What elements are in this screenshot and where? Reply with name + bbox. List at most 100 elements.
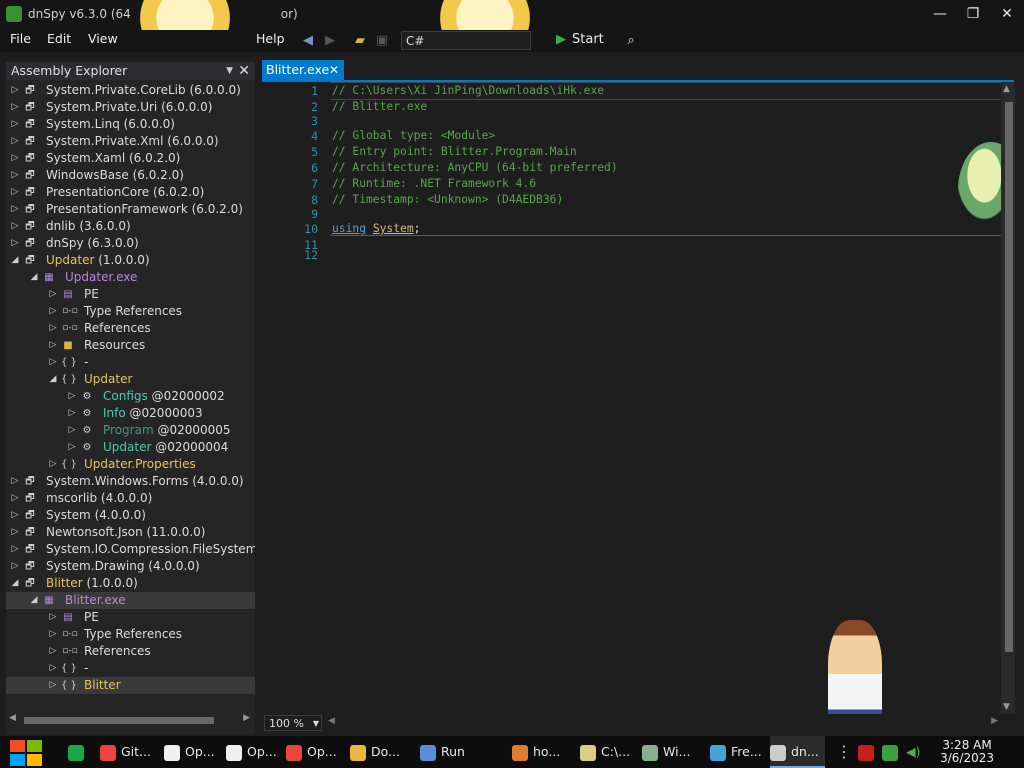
expand-icon[interactable]: ▷	[48, 609, 58, 626]
windows-start-button[interactable]	[10, 740, 44, 766]
taskbar-item[interactable]: Do...	[350, 736, 406, 768]
tree-item[interactable]: ▷ ⚙ Program @02000005	[6, 422, 255, 439]
expand-icon[interactable]: ▷	[10, 150, 20, 167]
restore-button[interactable]: ❐	[961, 4, 985, 24]
scrollbar-thumb[interactable]	[24, 717, 214, 724]
tree-item[interactable]: ▷ 🗗 System.IO.Compression.FileSystem (4.	[6, 541, 255, 558]
collapse-icon[interactable]: ◢	[48, 371, 58, 388]
minimize-button[interactable]: —	[928, 4, 952, 24]
tree-item[interactable]: ▷ 🗗 PresentationCore (6.0.2.0)	[6, 184, 255, 201]
tree-item[interactable]: ◢ ▦ Blitter.exe	[6, 592, 255, 609]
collapse-icon[interactable]: ◢	[10, 575, 20, 592]
menu-file[interactable]: File	[10, 30, 31, 52]
editor-horizontal-scrollbar[interactable]: ◀ ▶	[328, 716, 998, 728]
tree-item[interactable]: ▷ ⚙ Configs @02000002	[6, 388, 255, 405]
tree-item[interactable]: ▷ 🗗 System.Private.Xml (6.0.0.0)	[6, 133, 255, 150]
open-folder-icon[interactable]: ▰	[351, 32, 369, 50]
expand-icon[interactable]: ▷	[48, 456, 58, 473]
expand-icon[interactable]: ▷	[10, 99, 20, 116]
expand-icon[interactable]: ▷	[48, 320, 58, 337]
expand-icon[interactable]: ▷	[10, 167, 20, 184]
zoom-select[interactable]: 100 % ▼	[264, 715, 322, 731]
menu-view[interactable]: View	[88, 30, 118, 52]
tree-item[interactable]: ▷ ▫-▫ References	[6, 643, 255, 660]
taskbar-item[interactable]: Wi...	[642, 736, 696, 768]
tree-item[interactable]: ▷ 🗗 System.Private.Uri (6.0.0.0)	[6, 99, 255, 116]
expand-icon[interactable]: ▷	[67, 405, 77, 422]
collapse-icon[interactable]: ◢	[10, 252, 20, 269]
tree-item[interactable]: ▷ ▤ PE	[6, 286, 255, 303]
scroll-right-icon[interactable]: ▶	[243, 713, 250, 723]
overflow-menu-icon[interactable]: ⋮	[836, 736, 852, 768]
keyword-token[interactable]: using	[332, 222, 366, 235]
tree-item[interactable]: ▷ 🗗 System.Xaml (6.0.2.0)	[6, 150, 255, 167]
menu-help[interactable]: Help	[256, 30, 285, 52]
taskbar-item[interactable]: Op...	[286, 736, 343, 768]
network-icon[interactable]	[882, 736, 903, 768]
collapse-icon[interactable]: ◢	[29, 269, 39, 286]
expand-icon[interactable]: ▷	[67, 422, 77, 439]
expand-icon[interactable]: ▷	[10, 541, 20, 558]
expand-icon[interactable]: ▷	[48, 303, 58, 320]
tree-item[interactable]: ▷ ■ Resources	[6, 337, 255, 354]
expand-icon[interactable]: ▷	[67, 388, 77, 405]
forward-icon[interactable]: ▶	[321, 32, 339, 50]
expand-icon[interactable]: ▷	[48, 660, 58, 677]
expand-icon[interactable]: ▷	[10, 490, 20, 507]
expand-icon[interactable]: ▷	[10, 82, 20, 99]
expand-icon[interactable]: ▷	[10, 201, 20, 218]
flag-icon[interactable]	[858, 736, 879, 768]
expand-icon[interactable]: ▷	[48, 286, 58, 303]
scroll-left-icon[interactable]: ◀	[328, 716, 335, 726]
expand-icon[interactable]: ▷	[48, 626, 58, 643]
taskbar-item[interactable]: Op...	[226, 736, 283, 768]
tree-item[interactable]: ▷ 🗗 System.Drawing (4.0.0.0)	[6, 558, 255, 575]
scroll-up-icon[interactable]: ▲	[1003, 84, 1010, 94]
code-text[interactable]: // C:\Users\Xi JinPing\Downloads\iHk.exe…	[332, 82, 998, 714]
tree-item[interactable]: ▷{ } Blitter	[6, 677, 255, 694]
taskbar-item[interactable]: Git...	[100, 736, 157, 768]
editor-vertical-scrollbar[interactable]: ▲ ▼	[1001, 82, 1015, 714]
tree-item[interactable]: ▷{ } -	[6, 354, 255, 371]
taskbar-sheets-icon[interactable]	[68, 736, 89, 768]
taskbar-item[interactable]: Fre...	[710, 736, 768, 768]
tree-item[interactable]: ▷ 🗗 System.Windows.Forms (4.0.0.0)	[6, 473, 255, 490]
scroll-left-icon[interactable]: ◀	[9, 713, 16, 723]
tree-item[interactable]: ▷ 🗗 PresentationFramework (6.0.2.0)	[6, 201, 255, 218]
menu-edit[interactable]: Edit	[47, 30, 71, 52]
expand-icon[interactable]: ▷	[48, 643, 58, 660]
taskbar-item[interactable]: Run	[420, 736, 471, 768]
tree-item[interactable]: ▷ ▫-▫ Type References	[6, 626, 255, 643]
scroll-right-icon[interactable]: ▶	[991, 716, 998, 726]
taskbar-item[interactable]: C:\...	[580, 736, 636, 768]
tree-item[interactable]: ▷ 🗗 dnlib (3.6.0.0)	[6, 218, 255, 235]
taskbar-item[interactable]: Op...	[164, 736, 221, 768]
tree-item[interactable]: ▷{ } Updater.Properties	[6, 456, 255, 473]
volume-icon[interactable]: ◀)	[906, 736, 921, 768]
tree-item[interactable]: ▷ 🗗 System.Linq (6.0.0.0)	[6, 116, 255, 133]
panel-menu-icon[interactable]: ▼	[226, 62, 233, 80]
expand-icon[interactable]: ▷	[10, 473, 20, 490]
tree-item[interactable]: ◢ 🗗 Updater (1.0.0.0)	[6, 252, 255, 269]
tree-item[interactable]: ▷ 🗗 System (4.0.0.0)	[6, 507, 255, 524]
back-icon[interactable]: ◀	[299, 32, 317, 50]
close-window-button[interactable]: ✕	[995, 4, 1019, 24]
tree-item[interactable]: ▷ ⚙ Updater @02000004	[6, 439, 255, 456]
system-clock[interactable]: 3:28 AM 3/6/2023	[940, 739, 994, 765]
expand-icon[interactable]: ▷	[10, 507, 20, 524]
tree-item[interactable]: ▷ ▫-▫ Type References	[6, 303, 255, 320]
taskbar-item[interactable]: ho...	[512, 736, 566, 768]
tree-item[interactable]: ▷ 🗗 mscorlib (4.0.0.0)	[6, 490, 255, 507]
expand-icon[interactable]: ▷	[48, 354, 58, 371]
expand-icon[interactable]: ▷	[10, 184, 20, 201]
close-panel-icon[interactable]: ✕	[238, 62, 250, 80]
expand-icon[interactable]: ▷	[10, 133, 20, 150]
expand-icon[interactable]: ▷	[10, 235, 20, 252]
code-editor[interactable]: 1 2 3 4 5 6 7 8 9 10 11 12 // C:\Users\Xi JinPing\D…	[262, 82, 1014, 714]
namespace-token[interactable]: System	[373, 222, 414, 235]
tree-item[interactable]: ◢ ▦ Updater.exe	[6, 269, 255, 286]
save-icon[interactable]: ▣	[373, 32, 391, 50]
language-select[interactable]: C#	[401, 31, 531, 50]
close-tab-icon[interactable]: ✕	[329, 60, 339, 80]
tree-item[interactable]: ▷ ▫-▫ References	[6, 320, 255, 337]
